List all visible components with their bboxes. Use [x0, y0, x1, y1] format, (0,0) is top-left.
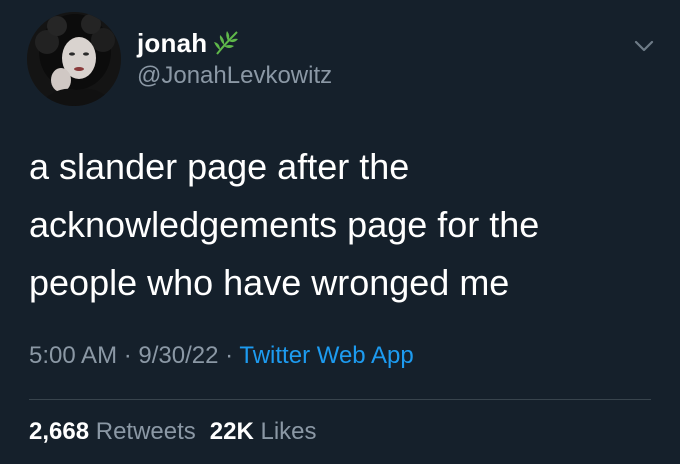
- likes-label: Likes: [260, 418, 317, 445]
- meta-separator: ·: [123, 342, 139, 369]
- avatar-image: [27, 12, 121, 106]
- meta-separator: ·: [225, 342, 240, 369]
- tweet-text: a slander page after the acknowledgement…: [29, 138, 649, 312]
- tweet-date[interactable]: 9/30/22: [138, 342, 218, 369]
- avatar[interactable]: [27, 12, 121, 106]
- tweet-text-line: a slander page after the: [29, 146, 410, 187]
- likes-count: 22K: [209, 418, 254, 445]
- tweet-meta: 5:00 AM · 9/30/22 · Twitter Web App: [29, 342, 414, 370]
- retweets-label: Retweets: [95, 418, 196, 445]
- tweet-text-line: people who have wronged me: [29, 262, 510, 303]
- name-row: jonah: [137, 26, 241, 60]
- herb-leaf-icon: [211, 28, 241, 58]
- chevron-down-icon[interactable]: [628, 30, 660, 62]
- divider: [29, 399, 651, 400]
- display-name[interactable]: jonah: [137, 28, 207, 59]
- retweets-stat[interactable]: 2,668 Retweets: [29, 418, 196, 445]
- tweet-stats: 2,668 Retweets 22K Likes: [29, 418, 331, 446]
- tweet-source-link[interactable]: Twitter Web App: [239, 342, 413, 369]
- retweets-count: 2,668: [29, 418, 90, 445]
- tweet-text-line: acknowledgements page for the: [29, 204, 540, 245]
- likes-stat[interactable]: 22K Likes: [210, 418, 317, 445]
- tweet-card: jonah @JonahLevkowitz a slander page aft…: [0, 0, 680, 464]
- user-handle[interactable]: @JonahLevkowitz: [137, 62, 332, 90]
- tweet-time[interactable]: 5:00 AM: [29, 342, 117, 369]
